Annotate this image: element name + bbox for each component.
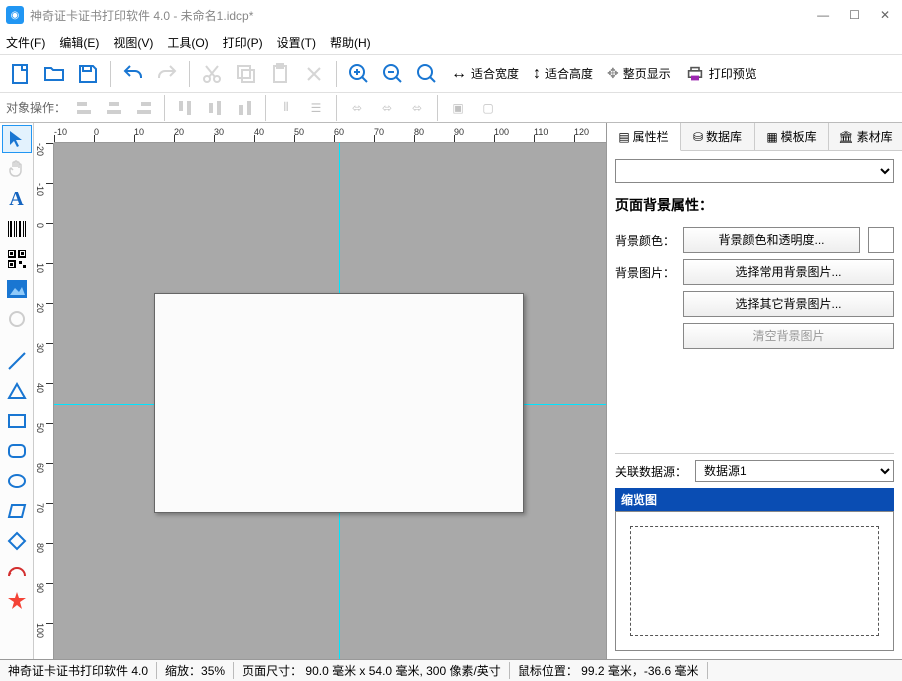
main-toolbar: ↔适合宽度 ↕适合高度 ✥整页显示 打印预览 — [0, 54, 902, 92]
tab-templates[interactable]: ▦模板库 — [755, 123, 829, 150]
dist-v-icon: ☰ — [304, 96, 328, 120]
status-bar: 神奇证卡证书打印软件 4.0 缩放：35% 页面尺寸： 90.0 毫米 x 54… — [0, 659, 902, 681]
align-center-icon — [102, 96, 126, 120]
full-page-button[interactable]: ✥整页显示 — [603, 65, 675, 82]
copy-button[interactable] — [232, 60, 260, 88]
diamond-tool[interactable] — [2, 527, 32, 555]
same-width-icon: ⬄ — [345, 96, 369, 120]
page-card[interactable] — [154, 293, 524, 513]
object-toolbar-label: 对象操作： — [6, 99, 66, 116]
dist-h-icon: ⫴ — [274, 96, 298, 120]
align-bottom-icon — [233, 96, 257, 120]
menu-bar: 文件(F) 编辑(E) 视图(V) 工具(O) 打印(P) 设置(T) 帮助(H… — [0, 30, 902, 54]
menu-view[interactable]: 视图(V) — [113, 34, 153, 51]
datasource-label: 关联数据源： — [615, 463, 687, 480]
zoom-reset-button[interactable] — [413, 60, 441, 88]
rect-tool[interactable] — [2, 407, 32, 435]
parallelogram-tool[interactable] — [2, 497, 32, 525]
undo-button[interactable] — [119, 60, 147, 88]
bgimg-common-button[interactable]: 选择常用背景图片... — [683, 259, 894, 285]
close-button[interactable]: ✕ — [880, 8, 890, 22]
canvas[interactable] — [54, 143, 606, 659]
menu-file[interactable]: 文件(F) — [6, 34, 45, 51]
datasource-select[interactable]: 数据源1 — [695, 460, 894, 482]
object-toolbar: 对象操作： ⫴ ☰ ⬄ ⬄ ⬄ ▣ ▢ — [0, 92, 902, 122]
bgimg-other-button[interactable]: 选择其它背景图片... — [683, 291, 894, 317]
database-icon: ⛁ — [693, 130, 703, 144]
thumbnail-preview — [630, 526, 879, 636]
triangle-tool[interactable] — [2, 377, 32, 405]
group-icon: ▣ — [446, 96, 470, 120]
align-top-icon — [173, 96, 197, 120]
image-tool[interactable] — [2, 275, 32, 303]
section-title: 页面背景属性： — [615, 191, 894, 219]
minimize-button[interactable]: — — [817, 8, 829, 22]
window-title: 神奇证卡证书打印软件 4.0 - 未命名1.idcp* — [30, 7, 817, 24]
pan-tool[interactable] — [2, 155, 32, 183]
same-height-icon: ⬄ — [375, 96, 399, 120]
align-right-icon — [132, 96, 156, 120]
status-pagesize: 页面尺寸： 90.0 毫米 x 54.0 毫米, 300 像素/英寸 — [234, 662, 510, 679]
menu-print[interactable]: 打印(P) — [223, 34, 263, 51]
menu-edit[interactable]: 编辑(E) — [59, 34, 99, 51]
zoom-out-button[interactable] — [379, 60, 407, 88]
qrcode-tool[interactable] — [2, 245, 32, 273]
canvas-area: -100102030405060708090100110120130 -20-1… — [34, 123, 606, 659]
save-button[interactable] — [74, 60, 102, 88]
maximize-button[interactable]: ☐ — [849, 8, 860, 22]
menu-help[interactable]: 帮助(H) — [330, 34, 371, 51]
main-area: A -100102030405060708090100110120130 -20… — [0, 122, 902, 659]
ungroup-icon: ▢ — [476, 96, 500, 120]
zoom-in-button[interactable] — [345, 60, 373, 88]
status-mouse: 鼠标位置： 99.2 毫米，-36.6 毫米 — [510, 662, 708, 679]
arc-tool[interactable] — [2, 557, 32, 585]
tab-properties[interactable]: ▤属性栏 — [607, 123, 681, 151]
bgcolor-label: 背景颜色： — [615, 232, 675, 249]
tab-materials[interactable]: 🏛素材库 — [829, 123, 902, 150]
right-tabs: ▤属性栏 ⛁数据库 ▦模板库 🏛素材库 — [607, 123, 902, 151]
roundrect-tool[interactable] — [2, 437, 32, 465]
redo-button[interactable] — [153, 60, 181, 88]
fit-width-button[interactable]: ↔适合宽度 — [447, 65, 523, 83]
object-selector[interactable] — [615, 159, 894, 183]
bgimg-clear-button[interactable]: 清空背景图片 — [683, 323, 894, 349]
template-icon: ▦ — [766, 130, 777, 144]
bgimg-label: 背景图片： — [615, 264, 675, 281]
right-panel: ▤属性栏 ⛁数据库 ▦模板库 🏛素材库 页面背景属性： 背景颜色： 背景颜色和透… — [606, 123, 902, 659]
same-size-icon: ⬄ — [405, 96, 429, 120]
barcode-tool[interactable] — [2, 215, 32, 243]
status-zoom: 缩放：35% — [157, 662, 234, 679]
print-preview-button[interactable]: 打印预览 — [681, 65, 761, 82]
app-icon: ◉ — [6, 6, 24, 24]
tab-database[interactable]: ⛁数据库 — [681, 123, 755, 150]
text-tool[interactable]: A — [2, 185, 32, 213]
left-toolbox: A — [0, 123, 34, 659]
circle-hollow-tool[interactable] — [2, 305, 32, 333]
menu-settings[interactable]: 设置(T) — [277, 34, 316, 51]
ellipse-tool[interactable] — [2, 467, 32, 495]
thumbnail-box — [615, 511, 894, 651]
library-icon: 🏛 — [838, 130, 853, 144]
select-tool[interactable] — [2, 125, 32, 153]
vertical-ruler[interactable]: -20-100102030405060708090100110 — [34, 143, 54, 659]
bgcolor-button[interactable]: 背景颜色和透明度... — [683, 227, 860, 253]
delete-button[interactable] — [300, 60, 328, 88]
line-tool[interactable] — [2, 347, 32, 375]
menu-tools[interactable]: 工具(O) — [167, 34, 208, 51]
list-icon: ▤ — [618, 130, 629, 144]
title-bar: ◉ 神奇证卡证书打印软件 4.0 - 未命名1.idcp* — ☐ ✕ — [0, 0, 902, 30]
horizontal-ruler[interactable]: -100102030405060708090100110120130 — [54, 123, 606, 143]
align-middle-icon — [203, 96, 227, 120]
new-button[interactable] — [6, 60, 34, 88]
open-button[interactable] — [40, 60, 68, 88]
bgcolor-swatch[interactable] — [868, 227, 894, 253]
cut-button[interactable] — [198, 60, 226, 88]
star-tool[interactable] — [2, 587, 32, 615]
thumbnail-header: 缩览图 — [615, 488, 894, 511]
paste-button[interactable] — [266, 60, 294, 88]
align-left-icon — [72, 96, 96, 120]
status-app: 神奇证卡证书打印软件 4.0 — [0, 662, 157, 679]
fit-height-button[interactable]: ↕适合高度 — [529, 65, 597, 83]
